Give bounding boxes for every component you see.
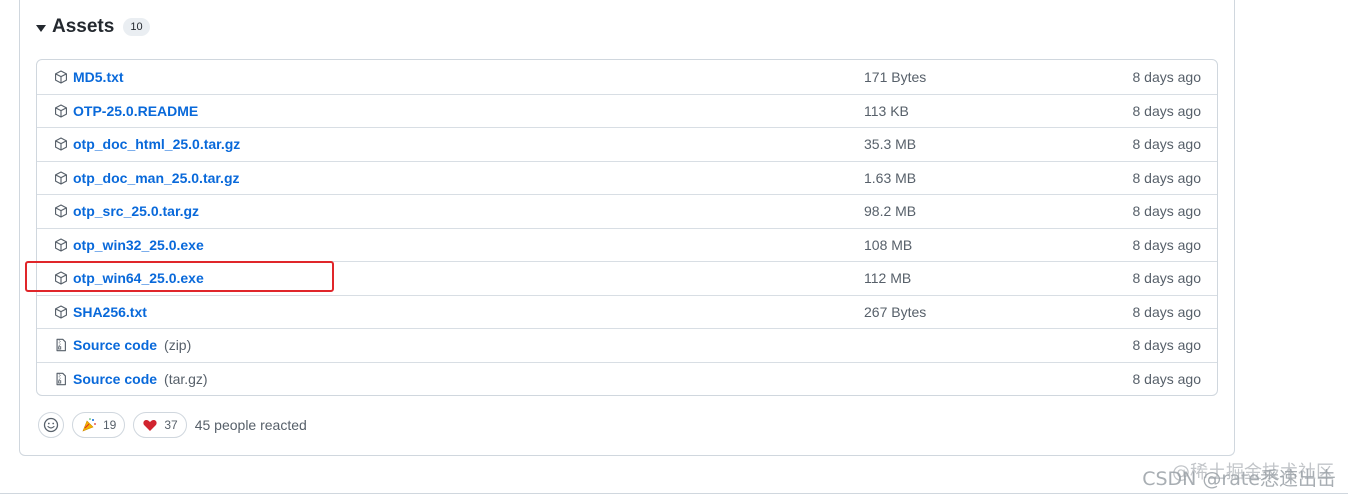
asset-row: Source code (tar.gz) 8 days ago — [37, 361, 1217, 396]
asset-link[interactable]: MD5.txt — [73, 69, 124, 85]
asset-link[interactable]: SHA256.txt — [73, 304, 147, 320]
asset-name: otp_doc_html_25.0.tar.gz — [73, 136, 241, 153]
heart-count: 37 — [164, 418, 178, 432]
asset-link[interactable]: otp_win64_25.0.exe — [73, 270, 204, 286]
asset-time: 8 days ago — [1132, 303, 1202, 320]
asset-size: 1.63 MB — [864, 169, 917, 186]
hooray-reaction-button[interactable]: 19 — [72, 412, 126, 438]
asset-name: MD5.txt — [73, 68, 124, 85]
assets-title: Assets — [52, 16, 115, 37]
asset-link[interactable]: otp_doc_man_25.0.tar.gz — [73, 170, 240, 186]
reactions-bar: 19 37 45 people reacted — [38, 412, 307, 438]
asset-name: otp_src_25.0.tar.gz — [73, 203, 200, 220]
asset-name: OTP-25.0.README — [73, 102, 199, 119]
party-popper-icon — [81, 417, 97, 433]
assets-count-badge: 10 — [123, 18, 150, 36]
package-icon — [53, 103, 69, 119]
asset-row: otp_doc_html_25.0.tar.gz 35.3 MB 8 days ag… — [37, 127, 1217, 161]
asset-time: 8 days ago — [1132, 68, 1202, 85]
heart-reaction-button[interactable]: 37 — [133, 412, 187, 438]
watermark-top: @稀土掘金技术社区 — [1172, 458, 1334, 484]
hooray-count: 19 — [103, 418, 117, 432]
assets-toggle[interactable]: Assets 10 — [36, 16, 150, 38]
package-icon — [53, 237, 69, 253]
triangle-down-icon — [36, 24, 46, 32]
heart-icon — [142, 417, 158, 433]
file-zip-icon — [53, 337, 69, 353]
asset-time: 8 days ago — [1132, 102, 1202, 119]
release-card: Assets 10 MD5.txt 171 Bytes 8 days ago OTP-… — [19, 0, 1235, 456]
package-icon — [53, 136, 69, 152]
asset-row: otp_doc_man_25.0.tar.gz 1.63 MB 8 days ago — [37, 160, 1217, 195]
asset-row: OTP-25.0.README 113 KB 8 days ago — [37, 93, 1217, 128]
asset-size: 171 Bytes — [864, 68, 927, 85]
package-icon — [53, 203, 69, 219]
asset-suffix: (tar.gz) — [164, 370, 208, 387]
asset-name: otp_doc_man_25.0.tar.gz — [73, 169, 240, 186]
asset-row: otp_win64_25.0.exe 112 MB 8 days ago — [37, 261, 1217, 295]
asset-name: Source code — [73, 337, 158, 354]
asset-link[interactable]: Source code (zip) — [73, 337, 191, 353]
file-zip-icon — [53, 371, 69, 387]
asset-size: 98.2 MB — [864, 203, 917, 220]
asset-time: 8 days ago — [1132, 370, 1202, 387]
asset-link[interactable]: otp_doc_html_25.0.tar.gz — [73, 136, 240, 152]
asset-size: 113 KB — [864, 102, 909, 119]
package-icon — [53, 270, 69, 286]
asset-row: MD5.txt 171 Bytes 8 days ago — [37, 60, 1217, 94]
reaction-summary: 45 people reacted — [194, 417, 307, 433]
asset-link[interactable]: otp_win32_25.0.exe — [73, 237, 204, 253]
asset-time: 8 days ago — [1132, 136, 1202, 153]
asset-time: 8 days ago — [1132, 270, 1202, 287]
asset-row: SHA256.txt 267 Bytes 8 days ago — [37, 294, 1217, 329]
package-icon — [53, 69, 69, 85]
watermark-top-text: @稀土掘金技术社区 — [1172, 462, 1334, 483]
asset-name: Source code — [73, 370, 158, 387]
asset-time: 8 days ago — [1132, 203, 1202, 220]
asset-time: 8 days ago — [1132, 236, 1202, 253]
asset-name: otp_win64_25.0.exe — [73, 270, 204, 287]
asset-time: 8 days ago — [1132, 169, 1202, 186]
asset-name: otp_win32_25.0.exe — [73, 236, 204, 253]
asset-list: MD5.txt 171 Bytes 8 days ago OTP-25.0.READM… — [36, 59, 1218, 396]
divider — [0, 493, 1348, 494]
package-icon — [53, 170, 69, 186]
asset-link[interactable]: Source code (tar.gz) — [73, 371, 208, 387]
package-icon — [53, 304, 69, 320]
asset-row: otp_win32_25.0.exe 108 MB 8 days ago — [37, 227, 1217, 262]
asset-size: 108 MB — [864, 236, 913, 253]
add-reaction-button[interactable] — [38, 412, 64, 438]
asset-size: 35.3 MB — [864, 136, 917, 153]
asset-row: otp_src_25.0.tar.gz 98.2 MB 8 days ago — [37, 194, 1217, 228]
smiley-icon — [43, 417, 59, 433]
asset-time: 8 days ago — [1132, 337, 1202, 354]
asset-link[interactable]: OTP-25.0.README — [73, 103, 198, 119]
asset-link[interactable]: otp_src_25.0.tar.gz — [73, 203, 199, 219]
asset-size: 267 Bytes — [864, 303, 927, 320]
asset-suffix: (zip) — [164, 337, 192, 354]
asset-size: 112 MB — [864, 270, 912, 287]
asset-row: Source code (zip) 8 days ago — [37, 328, 1217, 362]
asset-name: SHA256.txt — [73, 303, 147, 320]
